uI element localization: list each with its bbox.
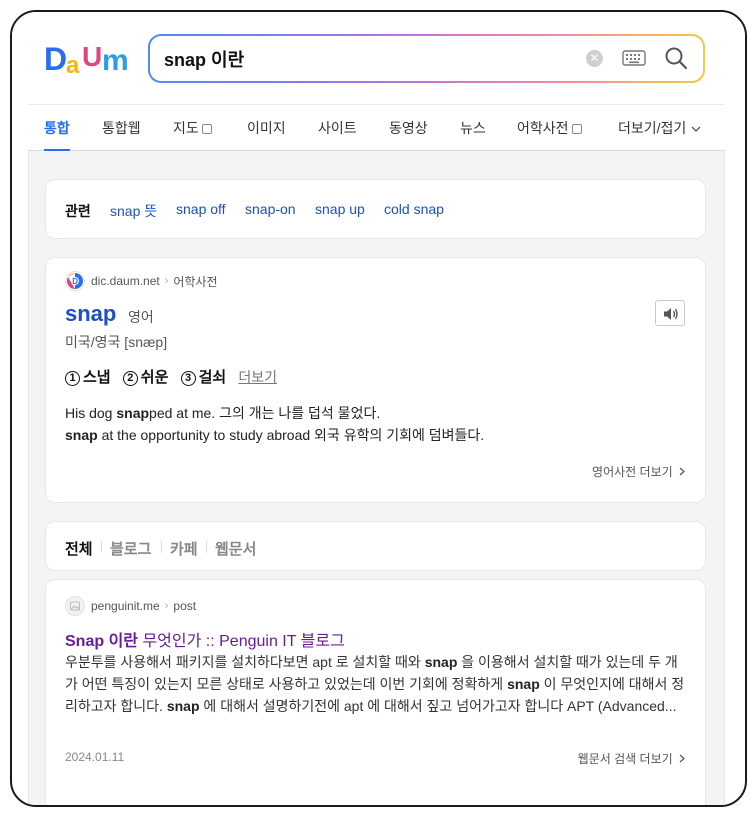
search-input[interactable] (164, 36, 564, 81)
divider (101, 541, 102, 553)
search-tabs: 통합 통합웹 지도 이미지 사이트 동영상 뉴스 어학사전 더보기/접기 (28, 104, 725, 151)
meanings-list: 1 스냅 2 쉬운 3 걸쇠 더보기 (65, 366, 277, 387)
meaning-number: 2 (122, 371, 138, 386)
source-domain[interactable]: penguinit.me (91, 599, 160, 613)
snippet-highlight: snap (166, 698, 200, 714)
meanings-more-link[interactable]: 더보기 (238, 369, 277, 385)
logo-letter-m: m (102, 44, 129, 76)
related-searches: 관련 snap 뜻 snap off snap-on snap up cold … (45, 179, 706, 239)
example-sentences: His dog snapped at me. 그의 개는 나를 덥석 물었다. … (65, 402, 484, 446)
device-frame: D a U m ✕ (10, 10, 747, 807)
search-icon[interactable] (664, 46, 688, 70)
tab-more[interactable]: 더보기/접기 (618, 105, 701, 151)
meaning-item: 스냅 (83, 369, 111, 386)
meaning-item: 걸쇠 (198, 369, 227, 386)
related-link[interactable]: snap 뜻 (110, 201, 157, 221)
filter-cafe[interactable]: 카페 (170, 538, 198, 559)
external-window-icon (571, 124, 582, 134)
search-box-inner: ✕ (150, 36, 703, 81)
related-link[interactable]: snap off (176, 201, 226, 217)
snippet-text: 우분투를 사용해서 패키지를 설치하다보면 apt 로 설치할 때와 (65, 654, 425, 670)
meaning-number: 3 (180, 371, 196, 386)
svg-text:D: D (72, 277, 78, 286)
daum-dictionary-icon: D (65, 271, 85, 291)
source-path: post (173, 599, 197, 613)
tab-sites[interactable]: 사이트 (318, 105, 357, 151)
pronunciation: 미국/영국 [snæp] (65, 334, 168, 350)
result-source: penguinit.me › post (65, 596, 196, 616)
dictionary-more-link[interactable]: 영어사전 더보기 (592, 463, 685, 480)
result-filter: 전체 블로그 카페 웹문서 (45, 521, 706, 571)
related-link[interactable]: snap-on (245, 201, 296, 217)
divider (161, 541, 162, 553)
filter-webdoc[interactable]: 웹문서 (215, 538, 256, 559)
speaker-icon (664, 308, 678, 320)
chevron-right-icon (679, 754, 685, 763)
close-icon: ✕ (589, 51, 600, 65)
search-box: ✕ (148, 34, 705, 83)
snippet-text: 에 대해서 설명하기전에 apt 에 대해서 짚고 넘어가고자 합니다 APT … (199, 698, 677, 714)
filter-all[interactable]: 전체 (65, 538, 93, 559)
chevron-right-icon: › (164, 275, 169, 287)
related-link[interactable]: snap up (315, 201, 365, 217)
related-link[interactable]: cold snap (384, 201, 444, 217)
chevron-down-icon (691, 126, 701, 132)
tab-integrated[interactable]: 통합 (44, 105, 70, 151)
logo-letter-a: a (66, 52, 80, 76)
result-date: 2024.01.11 (65, 750, 125, 764)
dictionary-source: D dic.daum.net › 어학사전 (65, 271, 218, 291)
chevron-right-icon (679, 467, 685, 476)
source-domain[interactable]: dic.daum.net (91, 274, 160, 288)
daum-logo[interactable]: D a U m (44, 42, 132, 76)
related-label: 관련 (65, 203, 91, 219)
tab-images[interactable]: 이미지 (247, 105, 286, 151)
keyboard-icon[interactable] (622, 49, 646, 67)
snippet-highlight: snap (507, 676, 540, 692)
result-snippet: 우분투를 사용해서 패키지를 설치하다보면 apt 로 설치할 때와 snap … (65, 651, 687, 717)
pronounce-button[interactable] (655, 300, 685, 326)
tab-videos[interactable]: 동영상 (389, 105, 428, 151)
screen: D a U m ✕ (12, 12, 745, 805)
logo-letter-d: D (44, 42, 67, 76)
webdoc-more-link[interactable]: 웹문서 검색 더보기 (578, 750, 685, 767)
snippet-highlight: snap (424, 654, 458, 670)
logo-letter-u: U (82, 42, 102, 72)
tab-web[interactable]: 통합웹 (102, 105, 141, 151)
example-sentence: snap at the opportunity to study abroad … (65, 427, 485, 443)
site-favicon-icon (65, 596, 85, 616)
dictionary-card: D dic.daum.net › 어학사전 snap 영어 미국/영국 [snæ… (45, 257, 706, 503)
chevron-right-icon: › (164, 600, 169, 612)
example-sentence: His dog snapped at me. 그의 개는 나를 덥석 물었다. (65, 405, 381, 421)
source-category: 어학사전 (173, 274, 218, 289)
meaning-item: 쉬운 (140, 369, 169, 386)
header: D a U m ✕ (12, 12, 745, 104)
meaning-number: 1 (65, 371, 80, 386)
dictionary-word[interactable]: snap (65, 301, 116, 327)
tab-news[interactable]: 뉴스 (460, 105, 486, 151)
result-title-link[interactable]: Snap 이란 무엇인가 :: Penguin IT 블로그 (65, 627, 345, 651)
web-result: penguinit.me › post Snap 이란 무엇인가 :: Peng… (45, 579, 706, 805)
filter-blog[interactable]: 블로그 (110, 538, 151, 559)
external-window-icon (201, 124, 212, 134)
tab-map[interactable]: 지도 (173, 105, 212, 151)
results-area: 관련 snap 뜻 snap off snap-on snap up cold … (28, 151, 725, 805)
dictionary-language: 영어 (128, 309, 154, 325)
tab-dictionary[interactable]: 어학사전 (517, 105, 582, 151)
clear-search-button[interactable]: ✕ (586, 50, 603, 67)
divider (206, 541, 207, 553)
